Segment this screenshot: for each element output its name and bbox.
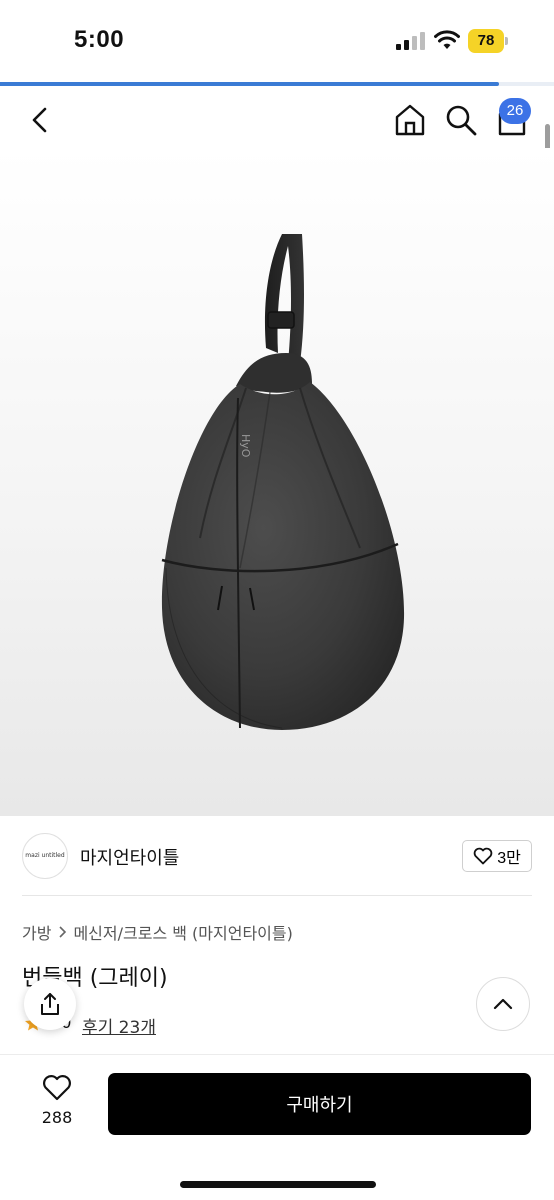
battery-icon: 78 bbox=[468, 29, 508, 53]
wifi-icon bbox=[434, 30, 460, 49]
page-progress-bar bbox=[0, 82, 554, 86]
home-icon[interactable] bbox=[392, 102, 428, 138]
seller-name[interactable]: 마지언타이틀 bbox=[80, 844, 179, 870]
status-time: 5:00 bbox=[74, 26, 125, 53]
reviews-link[interactable]: 후기 23개 bbox=[82, 1013, 156, 1038]
seller-logo[interactable]: mazi untitled bbox=[22, 833, 68, 879]
divider bbox=[22, 895, 532, 896]
product-image[interactable]: HyO bbox=[0, 148, 554, 816]
bag-photo: HyO bbox=[161, 234, 405, 730]
status-bar: 5:00 78 bbox=[0, 0, 554, 80]
breadcrumb-category[interactable]: 가방 bbox=[22, 920, 51, 944]
follow-count: 3만 bbox=[497, 850, 521, 867]
scroll-to-top-button[interactable] bbox=[476, 977, 530, 1031]
cart-count-badge: 26 bbox=[499, 98, 531, 124]
back-icon[interactable] bbox=[24, 104, 56, 136]
share-button[interactable] bbox=[24, 978, 76, 1030]
like-button[interactable]: 288 bbox=[30, 1074, 84, 1130]
chevron-up-icon bbox=[493, 998, 513, 1010]
buy-button[interactable]: 구매하기 bbox=[108, 1073, 531, 1135]
share-icon bbox=[41, 993, 59, 1015]
page-progress-fill bbox=[0, 82, 499, 86]
brand-mark: HyO bbox=[239, 434, 252, 458]
heart-outline-icon bbox=[473, 847, 493, 865]
breadcrumb: 가방 메신저/크로스 백 (마지언타이틀) bbox=[22, 920, 293, 944]
chevron-right-icon bbox=[59, 926, 67, 938]
search-icon[interactable] bbox=[443, 102, 479, 138]
like-count: 288 bbox=[41, 1108, 73, 1127]
follow-button[interactable]: 3만 bbox=[462, 840, 532, 872]
breadcrumb-subcategory[interactable]: 메신저/크로스 백 (마지언타이틀) bbox=[73, 920, 292, 944]
home-indicator bbox=[180, 1181, 376, 1188]
heart-outline-icon bbox=[43, 1075, 71, 1101]
battery-level: 78 bbox=[468, 29, 504, 53]
cellular-signal-icon bbox=[396, 32, 425, 50]
